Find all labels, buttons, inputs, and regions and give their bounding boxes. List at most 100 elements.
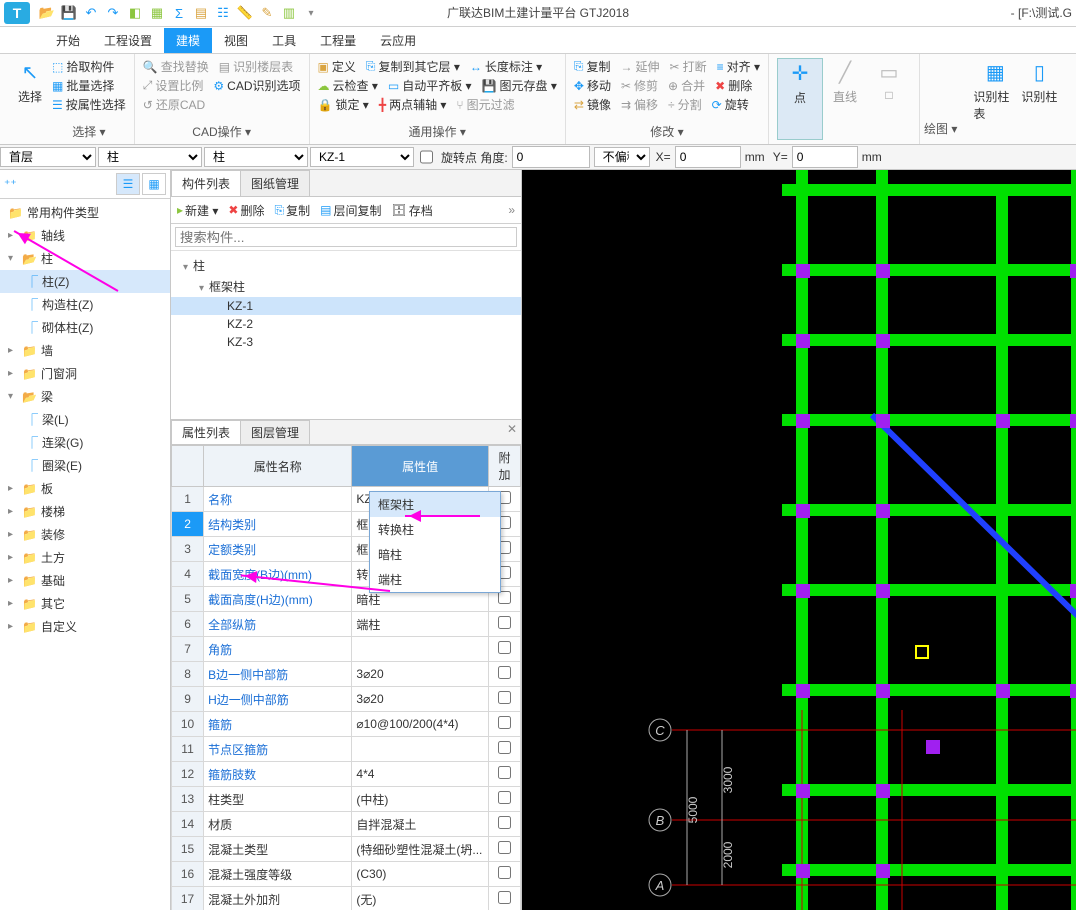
prop-extra[interactable] [488, 662, 520, 687]
qat-sum-icon[interactable]: Σ [170, 4, 188, 22]
point-tool[interactable]: ✛ 点 [777, 58, 823, 140]
identify-col[interactable]: ▯ 识别柱 [1017, 58, 1061, 140]
cat2-select[interactable]: 柱 [204, 147, 308, 167]
clist-kz1[interactable]: KZ-1 [171, 297, 521, 315]
tab-layer-mgmt[interactable]: 图层管理 [240, 420, 310, 444]
prop-extra[interactable] [488, 762, 520, 787]
dd-frame[interactable]: 框架柱 [370, 492, 500, 517]
qat-redo-icon[interactable]: ↷ [104, 4, 122, 22]
delete-button[interactable]: ✖删除 [228, 202, 264, 219]
list-view-button[interactable]: ☰ [116, 173, 140, 195]
dd-end[interactable]: 端柱 [370, 567, 500, 592]
aux-axis[interactable]: ╋两点辅轴 ▾ [379, 96, 447, 113]
prop-value[interactable] [352, 737, 489, 762]
tree-column[interactable]: ▾📂柱 [0, 247, 170, 270]
prop-row[interactable]: 11节点区箍筋 [172, 737, 521, 762]
qat-undo-icon[interactable]: ↶ [82, 4, 100, 22]
define[interactable]: ▣定义 [318, 58, 356, 75]
prop-extra[interactable] [488, 812, 520, 837]
prop-value[interactable]: 自拌混凝土 [352, 812, 489, 837]
tree-ring-beam[interactable]: ⎾圈梁(E) [0, 454, 170, 477]
copy[interactable]: ⎘复制 [574, 58, 611, 75]
struct-type-dropdown[interactable]: 框架柱 转换柱 暗柱 端柱 [369, 491, 501, 593]
x-input[interactable] [675, 146, 741, 168]
align[interactable]: ≡对齐 ▾ [717, 58, 760, 75]
mirror[interactable]: ⇄镜像 [574, 96, 611, 113]
component-select[interactable]: KZ-1 [310, 147, 414, 167]
prop-row[interactable]: 6全部纵筋端柱 [172, 612, 521, 637]
rect-tool[interactable]: ▭ □ [867, 58, 911, 140]
qat-icon[interactable]: ▦ [148, 4, 166, 22]
tree-stair[interactable]: ▸📁楼梯 [0, 500, 170, 523]
prop-extra[interactable] [488, 612, 520, 637]
tree-earth[interactable]: ▸📁土方 [0, 546, 170, 569]
grid-view-button[interactable]: ▦ [142, 173, 166, 195]
close-icon[interactable]: ✕ [507, 422, 517, 436]
cloud-check[interactable]: ☁云检查 ▾ [318, 77, 378, 94]
lock[interactable]: 🔒锁定 ▾ [318, 96, 369, 113]
prop-extra[interactable] [488, 837, 520, 862]
prop-value[interactable]: (C30) [352, 862, 489, 887]
clist-kz2[interactable]: KZ-2 [171, 315, 521, 333]
elem-save[interactable]: 💾图元存盘 ▾ [482, 77, 557, 94]
tree-slab[interactable]: ▸📁板 [0, 477, 170, 500]
rotate-input[interactable] [512, 146, 590, 168]
batch-select[interactable]: ▦批量选择 [52, 77, 126, 94]
menu-model[interactable]: 建模 [164, 28, 212, 53]
new-button[interactable]: ▸新建 ▾ [177, 202, 218, 219]
tree-common[interactable]: 📁常用构件类型 [0, 201, 170, 224]
tree-custom[interactable]: ▸📁自定义 [0, 615, 170, 638]
move[interactable]: ✥移动 [574, 77, 611, 94]
expand-icon[interactable]: ⁺⁺ [4, 177, 17, 191]
length-dim[interactable]: ↔长度标注 ▾ [470, 58, 542, 75]
offset-select[interactable]: 不偏移 ▾ [594, 147, 650, 167]
prop-value[interactable]: (特细砂塑性混凝土(坍... [352, 837, 489, 862]
component-list[interactable]: ▾柱 ▾框架柱 KZ-1 KZ-2 KZ-3 [171, 251, 521, 419]
menu-tools[interactable]: 工具 [260, 28, 308, 53]
prop-row[interactable]: 12箍筋肢数4*4 [172, 762, 521, 787]
prop-value[interactable]: 3⌀20 [352, 687, 489, 712]
qat-icon[interactable]: ▤ [192, 4, 210, 22]
prop-row[interactable]: 17混凝土外加剂(无) [172, 887, 521, 910]
copy-button[interactable]: ⎘复制 [274, 202, 310, 219]
prop-row[interactable]: 15混凝土类型(特细砂塑性混凝土(坍... [172, 837, 521, 862]
rotate[interactable]: ⟳旋转 [712, 96, 749, 113]
menu-cloud[interactable]: 云应用 [368, 28, 428, 53]
qat-dropdown-icon[interactable]: ▾ [302, 4, 320, 22]
tree-other[interactable]: ▸📁其它 [0, 592, 170, 615]
tree-link-beam[interactable]: ⎾连梁(G) [0, 431, 170, 454]
prop-row[interactable]: 7角筋 [172, 637, 521, 662]
category-tree[interactable]: 📁常用构件类型 ▸📁轴线 ▾📂柱 ⎾柱(Z) ⎾构造柱(Z) ⎾砌体柱(Z) ▸… [0, 199, 170, 910]
tree-opening[interactable]: ▸📁门窗洞 [0, 362, 170, 385]
prop-value[interactable]: 4*4 [352, 762, 489, 787]
auto-align[interactable]: ▭自动平齐板 ▾ [388, 77, 472, 94]
prop-extra[interactable] [488, 787, 520, 812]
prop-value[interactable]: (中柱) [352, 787, 489, 812]
prop-row[interactable]: 16混凝土强度等级(C30) [172, 862, 521, 887]
tab-drawing-mgmt[interactable]: 图纸管理 [240, 170, 310, 196]
prop-value[interactable] [352, 637, 489, 662]
prop-extra[interactable] [488, 712, 520, 737]
pick-component[interactable]: ⬚拾取构件 [52, 58, 126, 75]
prop-value[interactable]: ⌀10@100/200(4*4) [352, 712, 489, 737]
menu-project[interactable]: 工程设置 [92, 28, 164, 53]
copy-to-floor[interactable]: ⎘复制到其它层 ▾ [366, 58, 460, 75]
qat-ruler-icon[interactable]: 📏 [236, 4, 254, 22]
floor-select[interactable]: 首层 [0, 147, 96, 167]
prop-row[interactable]: 14材质自拌混凝土 [172, 812, 521, 837]
clist-kz3[interactable]: KZ-3 [171, 333, 521, 351]
prop-extra[interactable] [488, 862, 520, 887]
qat-icon[interactable]: ◧ [126, 4, 144, 22]
menu-start[interactable]: 开始 [44, 28, 92, 53]
tree-struct-col[interactable]: ⎾构造柱(Z) [0, 293, 170, 316]
menu-qty[interactable]: 工程量 [308, 28, 368, 53]
prop-value[interactable]: 端柱 [352, 612, 489, 637]
dd-convert[interactable]: 转换柱 [370, 517, 500, 542]
prop-extra[interactable] [488, 887, 520, 910]
archive-button[interactable]: 🗄存档 [391, 202, 432, 219]
tree-wall[interactable]: ▸📁墙 [0, 339, 170, 362]
identify-col-table[interactable]: ▦ 识别柱表 [973, 58, 1017, 140]
delete[interactable]: ✖删除 [715, 77, 752, 94]
tree-foundation[interactable]: ▸📁基础 [0, 569, 170, 592]
tab-prop-list[interactable]: 属性列表 [171, 420, 241, 444]
